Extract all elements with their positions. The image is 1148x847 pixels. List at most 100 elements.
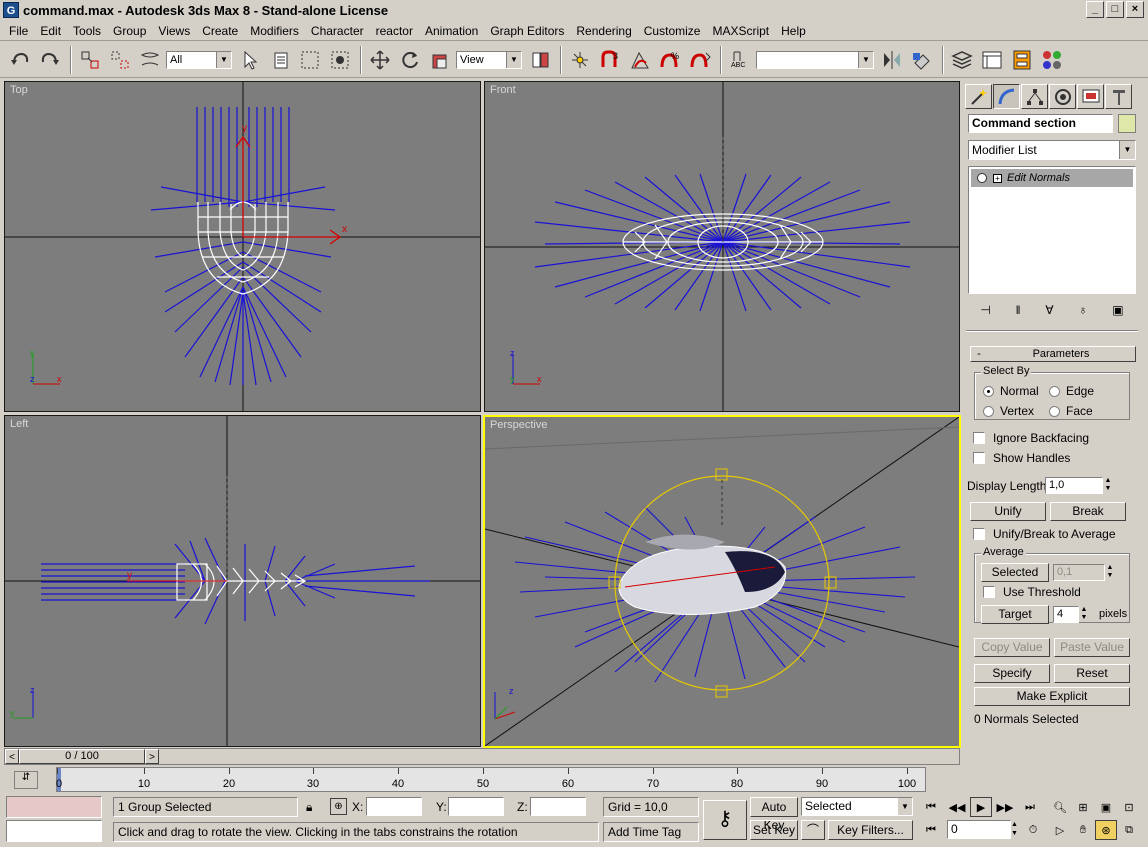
redo-icon[interactable]: [36, 46, 64, 74]
spinner-arrows-icon[interactable]: ▲ ▼: [1011, 820, 1018, 838]
add-time-tag[interactable]: Add Time Tag: [603, 822, 699, 842]
curve-editor-icon[interactable]: [978, 46, 1006, 74]
key-mode-toggle-icon[interactable]: ⏮: [920, 820, 942, 840]
play-icon[interactable]: ▶: [970, 797, 992, 817]
parameters-rollout-header[interactable]: - Parameters: [970, 346, 1136, 362]
select-and-manipulate-icon[interactable]: [566, 46, 594, 74]
object-color-swatch[interactable]: [1118, 114, 1136, 133]
motion-tab-icon[interactable]: [1049, 84, 1076, 109]
snaps-toggle-icon[interactable]: 3: [596, 46, 624, 74]
target-spinner[interactable]: 4 ▲ ▼: [1053, 606, 1089, 623]
target-button[interactable]: Target: [981, 605, 1049, 624]
stack-item-edit-normals[interactable]: + Edit Normals: [971, 169, 1133, 187]
zoom-extents-icon[interactable]: ▣: [1095, 797, 1117, 817]
select-and-scale-icon[interactable]: [426, 46, 454, 74]
remove-modifier-icon[interactable]: ♁: [1078, 303, 1087, 317]
average-threshold-value[interactable]: 0,1: [1053, 564, 1105, 581]
maximize-viewport-icon[interactable]: ⧉: [1118, 820, 1140, 840]
key-mode-dropdown[interactable]: Selected ▼: [801, 797, 913, 816]
angle-snap-icon[interactable]: [626, 46, 654, 74]
bind-space-warp-icon[interactable]: [136, 46, 164, 74]
viewport-perspective[interactable]: Perspective z: [483, 415, 961, 748]
rectangular-selection-icon[interactable]: [296, 46, 324, 74]
spinner-arrows-icon[interactable]: ▲ ▼: [1079, 606, 1089, 623]
create-tab-icon[interactable]: [965, 84, 992, 109]
select-and-link-icon[interactable]: [76, 46, 104, 74]
zoom-all-icon[interactable]: ⊞: [1072, 797, 1094, 817]
menu-group[interactable]: Group: [107, 24, 152, 38]
time-slider-thumb[interactable]: 0 / 100: [19, 749, 145, 764]
menu-animation[interactable]: Animation: [419, 24, 484, 38]
modify-tab-icon[interactable]: [993, 84, 1020, 109]
z-coord-field[interactable]: [530, 797, 586, 816]
menu-modifiers[interactable]: Modifiers: [244, 24, 305, 38]
use-threshold-checkbox[interactable]: Use Threshold: [983, 585, 1081, 599]
mini-curve-editor-icon[interactable]: ⇵: [14, 771, 38, 789]
menu-customize[interactable]: Customize: [638, 24, 707, 38]
material-editor-icon[interactable]: [1038, 46, 1066, 74]
time-slider[interactable]: < 0 / 100 >: [4, 748, 960, 765]
menu-file[interactable]: File: [3, 24, 34, 38]
unify-break-average-checkbox[interactable]: Unify/Break to Average: [973, 527, 1116, 541]
next-frame-icon[interactable]: ▶▶: [994, 797, 1016, 817]
close-button[interactable]: ×: [1126, 1, 1144, 18]
percent-snap-icon[interactable]: %: [656, 46, 684, 74]
time-slider-prev-button[interactable]: <: [5, 749, 19, 764]
maxscript-listener-mini[interactable]: [6, 796, 102, 818]
display-length-spinner[interactable]: 1,0 ▲ ▼: [1045, 477, 1113, 494]
modifier-list-dropdown[interactable]: Modifier List ▼: [968, 140, 1136, 160]
unify-button[interactable]: Unify: [970, 502, 1046, 521]
go-to-end-icon[interactable]: ⏭: [1019, 797, 1041, 817]
time-slider-next-button[interactable]: >: [145, 749, 159, 764]
layer-manager-icon[interactable]: [948, 46, 976, 74]
display-tab-icon[interactable]: [1077, 84, 1104, 109]
spinner-arrows-icon[interactable]: ▲ ▼: [1103, 477, 1113, 494]
edge-radio[interactable]: Edge: [1049, 384, 1094, 398]
make-unique-icon[interactable]: ∀: [1045, 303, 1053, 317]
normal-radio[interactable]: Normal: [983, 384, 1039, 398]
edit-named-selection-icon[interactable]: ABC: [726, 46, 754, 74]
lock-icon[interactable]: 🔒︎: [306, 800, 312, 815]
align-icon[interactable]: [908, 46, 936, 74]
maxscript-output-mini[interactable]: [6, 820, 102, 842]
absolute-mode-icon[interactable]: ⊕: [330, 798, 347, 815]
mirror-icon[interactable]: [878, 46, 906, 74]
face-radio[interactable]: Face: [1049, 404, 1093, 418]
schematic-view-icon[interactable]: [1008, 46, 1036, 74]
current-frame-field[interactable]: 0: [947, 820, 1011, 839]
undo-icon[interactable]: [6, 46, 34, 74]
reset-button[interactable]: Reset: [1054, 664, 1130, 683]
select-object-icon[interactable]: [236, 46, 264, 74]
zoom-extents-all-icon[interactable]: ⊡: [1118, 797, 1140, 817]
spinner-arrows-icon[interactable]: ▲ ▼: [1105, 564, 1115, 581]
menu-tools[interactable]: Tools: [67, 24, 107, 38]
copy-value-button[interactable]: Copy Value: [974, 638, 1050, 657]
y-coord-field[interactable]: [448, 797, 504, 816]
field-of-view-icon[interactable]: ▷: [1049, 820, 1071, 840]
utilities-tab-icon[interactable]: [1105, 84, 1132, 109]
key-filters-button[interactable]: Key Filters...: [828, 820, 913, 840]
menu-reactor[interactable]: reactor: [370, 24, 419, 38]
average-threshold-spinner[interactable]: 0,1 ▲ ▼: [1053, 564, 1115, 581]
previous-frame-icon[interactable]: ◀◀: [946, 797, 968, 817]
app-icon[interactable]: G: [3, 2, 19, 18]
minimize-button[interactable]: _: [1086, 1, 1104, 18]
show-handles-checkbox[interactable]: Show Handles: [973, 451, 1070, 465]
ignore-backfacing-checkbox[interactable]: Ignore Backfacing: [973, 431, 1089, 445]
select-and-rotate-icon[interactable]: [396, 46, 424, 74]
use-pivot-center-icon[interactable]: [526, 46, 554, 74]
menu-rendering[interactable]: Rendering: [570, 24, 637, 38]
viewport-top[interactable]: Top y x y x z: [4, 81, 481, 412]
track-ruler[interactable]: 0 10 20 30 40 50 60 70 80 90 100: [56, 767, 926, 792]
select-and-move-icon[interactable]: [366, 46, 394, 74]
arc-rotate-icon[interactable]: ⊛: [1095, 820, 1117, 840]
selection-filter-dropdown[interactable]: All ▼: [166, 50, 232, 69]
show-end-result-icon[interactable]: ‖: [1016, 303, 1021, 317]
configure-modifier-sets-icon[interactable]: ▣: [1112, 303, 1123, 317]
display-length-value[interactable]: 1,0: [1045, 477, 1103, 494]
specify-button[interactable]: Specify: [974, 664, 1050, 683]
viewport-front[interactable]: Front z x y: [484, 81, 960, 412]
set-key-button[interactable]: Set Key: [750, 820, 798, 840]
pin-stack-icon[interactable]: ⊣: [980, 303, 990, 317]
default-tangents-icon[interactable]: ⌒: [801, 820, 825, 840]
